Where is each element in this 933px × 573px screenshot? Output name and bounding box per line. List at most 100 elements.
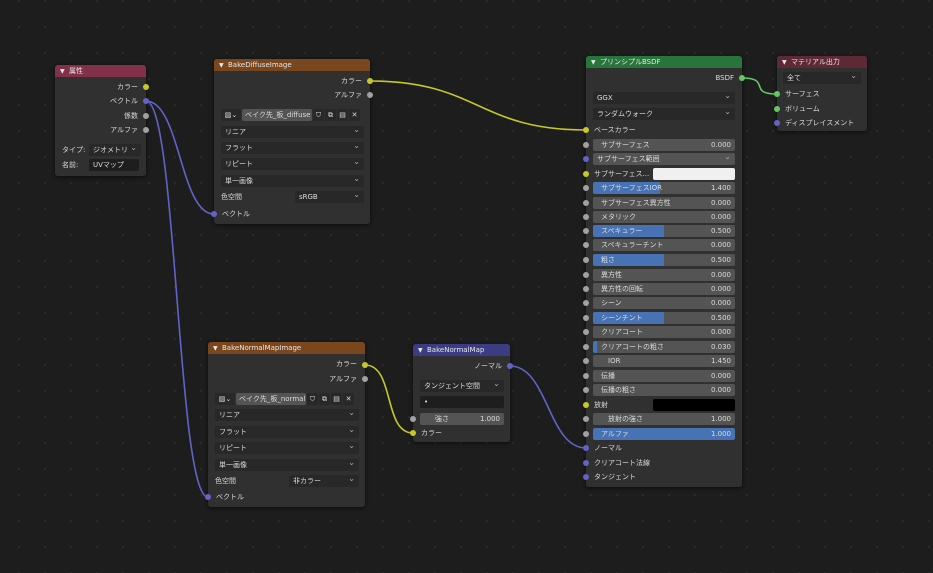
emission-strength-field[interactable]: 放射の強さ 1.000 <box>593 413 735 425</box>
subsurface-radius-field[interactable]: サブサーフェス範囲 <box>593 153 735 165</box>
transmission-slider[interactable]: 伝播 0.000 <box>593 370 735 382</box>
diffuse-alpha-socket[interactable] <box>367 92 373 98</box>
collapse-chevron-icon[interactable]: ▼ <box>418 345 427 356</box>
bsdf-base-color-socket[interactable] <box>583 127 589 133</box>
colorspace-dropdown[interactable]: sRGB <box>295 191 364 203</box>
strength-slider[interactable]: 強さ 1.000 <box>420 413 504 425</box>
collapse-chevron-icon[interactable]: ▼ <box>782 57 791 68</box>
anisotropic-slider[interactable]: 異方性 0.000 <box>593 269 735 281</box>
output-displacement-socket[interactable] <box>774 120 780 126</box>
bsdf-metallic-socket[interactable] <box>583 214 589 220</box>
fake-user-shield-icon[interactable]: ⛉ <box>307 393 318 405</box>
bsdf-sheen-tint-socket[interactable] <box>583 315 589 321</box>
normal-space-dropdown[interactable]: タンジェント空間 <box>420 380 504 392</box>
normal-image-alpha-socket[interactable] <box>362 376 368 382</box>
extension-dropdown[interactable]: リピート <box>221 158 364 170</box>
clearcoat-roughness-slider[interactable]: クリアコートの粗さ 0.030 <box>593 341 735 353</box>
diffuse-image-node-header[interactable]: ▼ BakeDiffuseImage <box>214 59 370 71</box>
ior-field[interactable]: IOR 1.450 <box>593 355 735 367</box>
type-dropdown[interactable]: ジオメトリ <box>89 144 141 156</box>
bsdf-roughness-socket[interactable] <box>583 257 589 263</box>
link-normal-image-color-to-normal-map[interactable] <box>364 364 414 434</box>
unlink-close-icon[interactable]: ✕ <box>349 109 360 121</box>
colorspace-dropdown[interactable]: 非カラー <box>289 475 359 487</box>
normal-map-normal-socket[interactable] <box>507 363 513 369</box>
link-uv-to-normal-vector[interactable] <box>145 100 209 498</box>
output-target-dropdown[interactable]: 全て <box>783 72 861 84</box>
collapse-chevron-icon[interactable]: ▼ <box>219 60 228 71</box>
interpolation-dropdown[interactable]: リニア <box>221 126 364 138</box>
source-dropdown[interactable]: 単一画像 <box>215 459 359 471</box>
bsdf-sheen-socket[interactable] <box>583 300 589 306</box>
bsdf-anisotropic-rotation-socket[interactable] <box>583 286 589 292</box>
distribution-dropdown[interactable]: GGX <box>593 92 735 104</box>
bsdf-clearcoat-socket[interactable] <box>583 329 589 335</box>
subsurface-slider[interactable]: サブサーフェス 0.000 <box>593 139 735 151</box>
bsdf-emission-strength-socket[interactable] <box>583 416 589 422</box>
attribute-factor-socket[interactable] <box>143 113 149 119</box>
principled-bsdf-node-header[interactable]: ▼ プリンシプルBSDF <box>586 56 742 68</box>
normal-image-node[interactable]: ▼ BakeNormalMapImage カラー アルファ ▨⌄ ベイク先_板_n… <box>208 342 365 507</box>
sheen-slider[interactable]: シーン 0.000 <box>593 297 735 309</box>
normal-image-vector-socket[interactable] <box>205 494 211 500</box>
image-name-field[interactable]: ベイク先_板_normal <box>236 393 306 405</box>
normal-image-color-socket[interactable] <box>362 362 368 368</box>
image-browse-icon[interactable]: ▨⌄ <box>215 393 235 405</box>
bsdf-emission-socket[interactable] <box>583 402 589 408</box>
bsdf-subsurface-ior-socket[interactable] <box>583 185 589 191</box>
normal-map-strength-socket[interactable] <box>410 416 416 422</box>
bsdf-subsurface-radius-socket[interactable] <box>583 156 589 162</box>
bsdf-ior-socket[interactable] <box>583 358 589 364</box>
material-output-node-header[interactable]: ▼ マテリアル出力 <box>777 56 867 68</box>
anisotropic-rotation-slider[interactable]: 異方性の回転 0.000 <box>593 283 735 295</box>
emission-color-swatch[interactable] <box>653 399 735 411</box>
source-dropdown[interactable]: 単一画像 <box>221 175 364 187</box>
diffuse-image-node[interactable]: ▼ BakeDiffuseImage カラー アルファ ▨⌄ ベイク先_板_dif… <box>214 59 370 224</box>
bsdf-anisotropic-socket[interactable] <box>583 272 589 278</box>
bsdf-specular-tint-socket[interactable] <box>583 242 589 248</box>
open-folder-icon[interactable]: ▤ <box>337 109 348 121</box>
principled-bsdf-node[interactable]: ▼プリンシプルBSDF BSDF GGX ランダムウォーク ベースカラー サブサ… <box>586 56 742 487</box>
output-volume-socket[interactable] <box>774 106 780 112</box>
bsdf-specular-socket[interactable] <box>583 228 589 234</box>
extension-dropdown[interactable]: リピート <box>215 442 359 454</box>
transmission-roughness-slider[interactable]: 伝播の粗さ 0.000 <box>593 384 735 396</box>
bsdf-transmission-socket[interactable] <box>583 373 589 379</box>
normal-map-node[interactable]: ▼BakeNormalMap ノーマル タンジェント空間 • 強さ 1.000 … <box>413 344 510 442</box>
attribute-name-field[interactable]: UVマップ <box>89 159 139 171</box>
clearcoat-slider[interactable]: クリアコート 0.000 <box>593 326 735 338</box>
alpha-slider[interactable]: アルファ 1.000 <box>593 428 735 440</box>
metallic-slider[interactable]: メタリック 0.000 <box>593 211 735 223</box>
normal-map-color-socket[interactable] <box>410 430 416 436</box>
bsdf-normal-socket[interactable] <box>583 445 589 451</box>
diffuse-vector-socket[interactable] <box>211 211 217 217</box>
collapse-chevron-icon[interactable]: ▼ <box>60 66 69 77</box>
roughness-slider[interactable]: 粗さ 0.500 <box>593 254 735 266</box>
duplicate-icon[interactable]: ⧉ <box>319 393 330 405</box>
bsdf-alpha-socket[interactable] <box>583 431 589 437</box>
bsdf-subsurface-color-socket[interactable] <box>583 171 589 177</box>
image-name-field[interactable]: ベイク先_板_diffuse <box>242 109 312 121</box>
normal-image-node-header[interactable]: ▼ BakeNormalMapImage <box>208 342 365 354</box>
material-output-node[interactable]: ▼マテリアル出力 全て サーフェス ボリューム ディスプレイスメント <box>777 56 867 131</box>
specular-tint-slider[interactable]: スペキュラーチント 0.000 <box>593 239 735 251</box>
collapse-chevron-icon[interactable]: ▼ <box>591 57 600 68</box>
link-bsdf-to-surface[interactable] <box>741 77 778 95</box>
uv-map-field[interactable]: • <box>420 396 504 408</box>
interpolation-dropdown[interactable]: リニア <box>215 409 359 421</box>
normal-map-node-header[interactable]: ▼ BakeNormalMap <box>413 344 510 356</box>
subsurface-anisotropy-slider[interactable]: サブサーフェス異方性 0.000 <box>593 197 735 209</box>
bsdf-subsurface-anisotropy-socket[interactable] <box>583 200 589 206</box>
image-browse-icon[interactable]: ▨⌄ <box>221 109 241 121</box>
duplicate-icon[interactable]: ⧉ <box>325 109 336 121</box>
bsdf-clearcoat-normal-socket[interactable] <box>583 460 589 466</box>
bsdf-transmission-roughness-socket[interactable] <box>583 387 589 393</box>
diffuse-color-socket[interactable] <box>367 78 373 84</box>
fake-user-shield-icon[interactable]: ⛉ <box>313 109 324 121</box>
output-surface-socket[interactable] <box>774 91 780 97</box>
link-diffuse-color-to-base-color[interactable] <box>369 80 587 131</box>
projection-dropdown[interactable]: フラット <box>221 142 364 154</box>
subsurface-ior-slider[interactable]: サブサーフェスIOR 1.400 <box>593 182 735 194</box>
bsdf-tangent-socket[interactable] <box>583 474 589 480</box>
bsdf-clearcoat-roughness-socket[interactable] <box>583 344 589 350</box>
